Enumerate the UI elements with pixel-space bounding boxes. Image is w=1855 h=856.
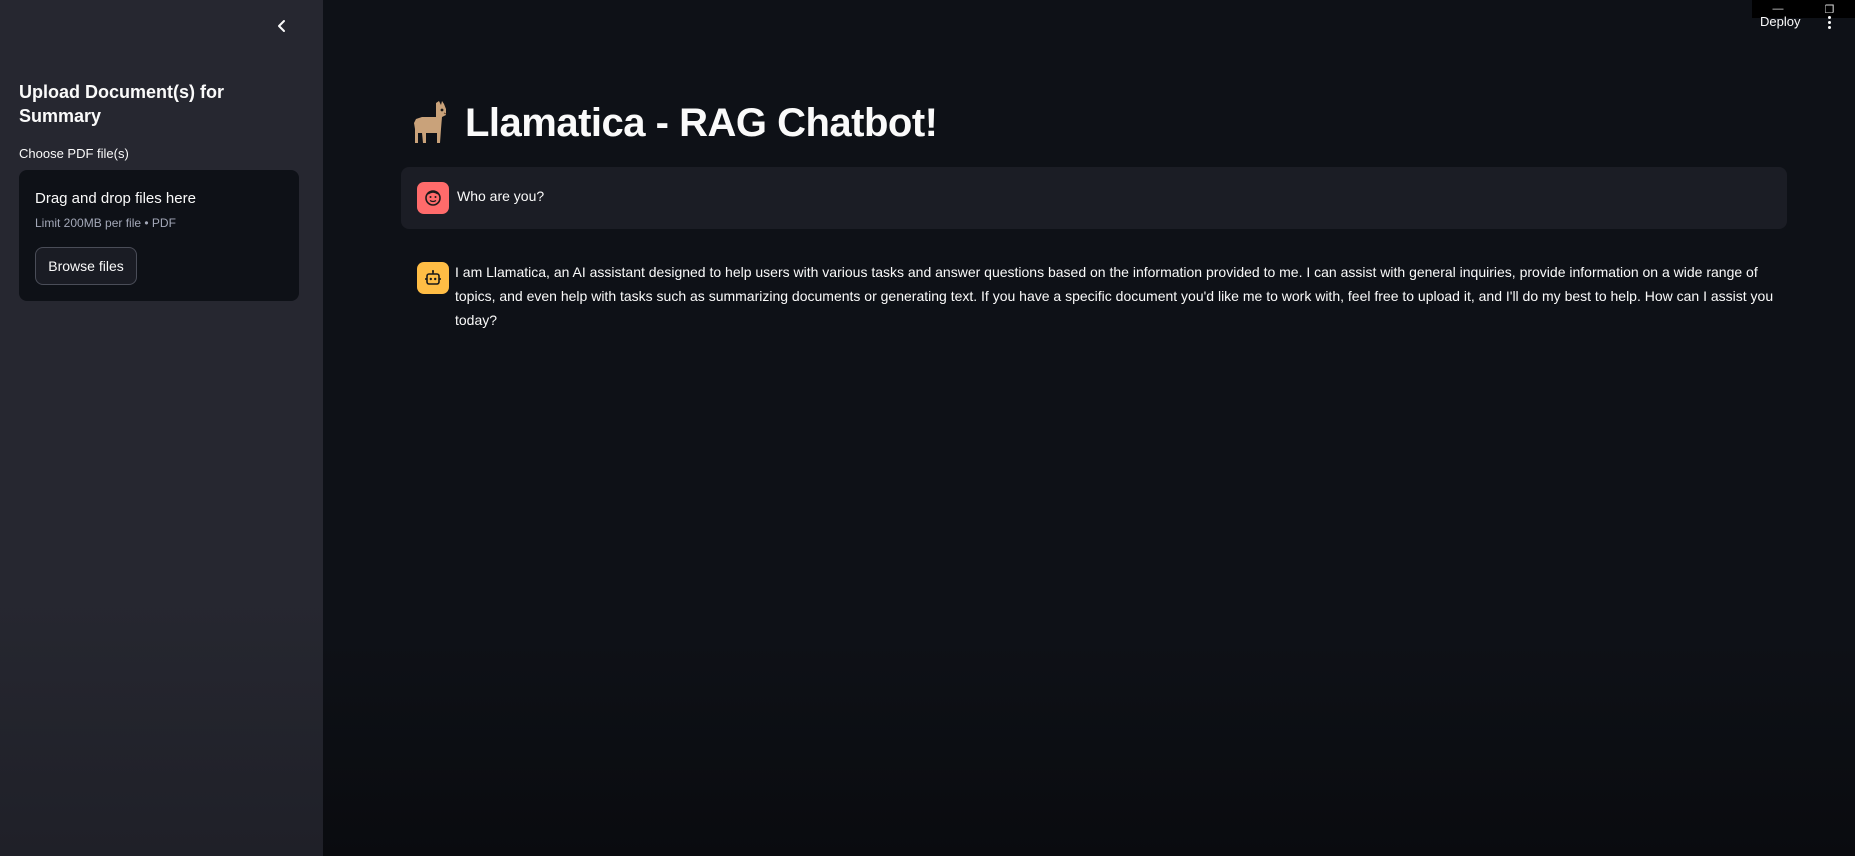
collapse-sidebar-button[interactable] — [272, 14, 292, 38]
user-face-icon — [425, 190, 441, 206]
page-title-text: Llamatica - RAG Chatbot! — [465, 100, 938, 145]
main-content: — ❐ Deploy Llamatica - RAG Chatbot! Who … — [323, 0, 1855, 856]
user-avatar — [417, 182, 449, 214]
file-dropzone[interactable]: Drag and drop files here Limit 200MB per… — [19, 170, 299, 301]
llama-icon — [405, 98, 453, 148]
deploy-button[interactable]: Deploy — [1760, 14, 1800, 29]
assistant-avatar — [417, 262, 449, 294]
browse-files-button[interactable]: Browse files — [35, 247, 137, 285]
user-message-text: Who are you? — [457, 188, 545, 204]
app-root: Upload Document(s) for Summary Choose PD… — [0, 0, 1855, 856]
sidebar-title: Upload Document(s) for Summary — [19, 82, 224, 126]
robot-icon — [425, 270, 441, 285]
sidebar: Upload Document(s) for Summary Choose PD… — [0, 0, 323, 856]
uploader-label: Choose PDF file(s) — [19, 146, 129, 161]
chat-message-user: Who are you? — [401, 167, 1787, 229]
assistant-message-text: I am Llamatica, an AI assistant designed… — [455, 264, 1774, 328]
main-menu-icon[interactable] — [1823, 12, 1835, 32]
dropzone-limit-text: Limit 200MB per file • PDF — [35, 216, 176, 230]
chevron-left-icon — [278, 20, 285, 32]
dropzone-title: Drag and drop files here — [35, 190, 196, 207]
page-title: Llamatica - RAG Chatbot! — [405, 98, 938, 148]
